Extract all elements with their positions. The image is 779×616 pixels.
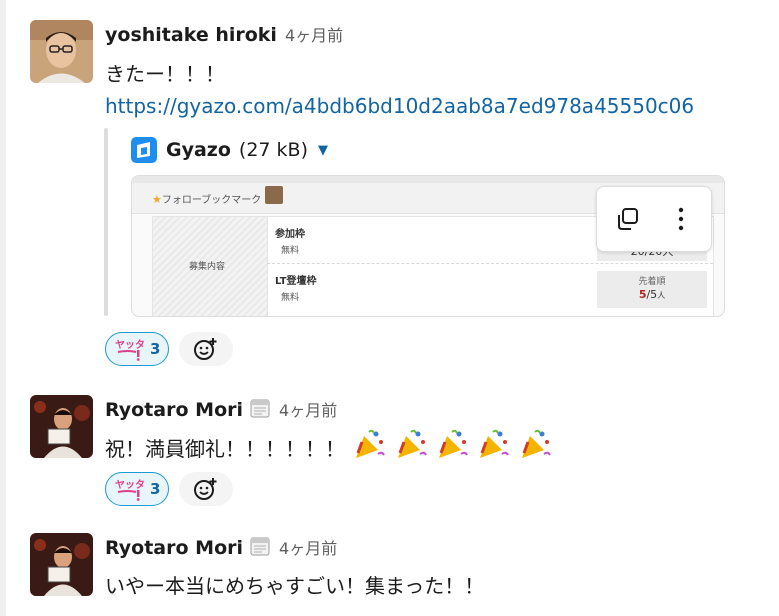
reaction-count: 3 bbox=[150, 480, 161, 498]
preview-top-strip bbox=[132, 176, 724, 183]
preview-row-title: 参加枠 bbox=[275, 229, 305, 240]
preview-count-unit: 人 bbox=[657, 291, 666, 300]
author-name-text[interactable]: yoshitake hiroki bbox=[105, 24, 277, 46]
reaction-emoji-label: ヤッタ bbox=[115, 479, 144, 491]
preview-favorite: ★フォローブックマーク bbox=[152, 191, 261, 206]
calendar-icon[interactable] bbox=[249, 397, 271, 419]
preview-row-sub: 無料 bbox=[281, 246, 300, 256]
message-link[interactable]: https://gyazo.com/a4bdb6bd10d2aab8a7ed97… bbox=[105, 94, 694, 118]
author-name[interactable]: Ryotaro Mori 4ヶ月前 bbox=[105, 397, 337, 421]
message-text-content: 祝！満員御礼！！！！！！ bbox=[105, 437, 345, 461]
avatar[interactable] bbox=[30, 533, 93, 596]
party-popper-icon bbox=[521, 429, 551, 458]
attachment-service[interactable]: Gyazo bbox=[166, 139, 231, 161]
preview-row-title: LT登壇枠 bbox=[275, 276, 317, 287]
preview-count: 5/5人 bbox=[597, 288, 707, 301]
preview-left-label: 募集内容 bbox=[189, 262, 226, 272]
author-name[interactable]: Ryotaro Mori 4ヶ月前 bbox=[105, 535, 337, 559]
message-text: いやー本当にめちゃすごい！集まった！！ bbox=[105, 574, 485, 598]
author-name-text[interactable]: Ryotaro Mori bbox=[105, 537, 243, 559]
message-text: きたー！！！ bbox=[105, 62, 225, 86]
yatta-emoji-icon: ヤッタ bbox=[115, 479, 144, 501]
timestamp[interactable]: 4ヶ月前 bbox=[279, 401, 337, 420]
attachment-bar bbox=[104, 128, 108, 316]
attachment-size: (27 kB) bbox=[238, 139, 309, 161]
preview-actions bbox=[596, 186, 712, 252]
preview-left-cell: 募集内容 bbox=[153, 217, 268, 316]
author-name[interactable]: yoshitake hiroki 4ヶ月前 bbox=[105, 22, 343, 46]
attachment-header: Gyazo (27 kB) ▼ bbox=[130, 136, 328, 164]
gyazo-logo-icon bbox=[131, 137, 157, 163]
timestamp[interactable]: 4ヶ月前 bbox=[279, 539, 337, 558]
add-reaction-button[interactable] bbox=[179, 472, 233, 506]
preview-count-total: /5 bbox=[646, 288, 658, 301]
party-popper-icon bbox=[439, 429, 468, 458]
preview-count-box: 先着順 5/5人 bbox=[597, 271, 707, 308]
more-actions-icon[interactable] bbox=[667, 205, 695, 233]
star-icon: ★ bbox=[152, 193, 162, 206]
preview-row: LT登壇枠 無料 先着順 5/5人 bbox=[267, 264, 713, 316]
add-emoji-icon bbox=[194, 338, 217, 360]
party-popper-icon bbox=[480, 429, 510, 458]
chevron-down-icon[interactable]: ▼ bbox=[318, 143, 328, 158]
preview-box-label: 先着順 bbox=[638, 277, 666, 287]
timestamp[interactable]: 4ヶ月前 bbox=[285, 26, 343, 45]
preview-favorite-label: フォローブックマーク bbox=[161, 195, 262, 206]
scroll-edge bbox=[0, 0, 6, 616]
preview-thumbnail bbox=[265, 186, 283, 204]
add-reaction-button[interactable] bbox=[179, 332, 233, 366]
message-text: 祝！満員御礼！！！！！！ bbox=[105, 428, 552, 462]
copy-icon[interactable] bbox=[613, 205, 641, 233]
party-popper-icon bbox=[356, 429, 386, 458]
author-name-text[interactable]: Ryotaro Mori bbox=[105, 399, 243, 421]
yatta-emoji-icon: ヤッタ bbox=[115, 339, 144, 361]
avatar[interactable] bbox=[30, 395, 93, 458]
reaction-yatta[interactable]: ヤッタ 3 bbox=[105, 332, 169, 366]
calendar-icon[interactable] bbox=[249, 535, 271, 557]
add-emoji-icon bbox=[194, 478, 217, 500]
reaction-emoji-label: ヤッタ bbox=[115, 339, 144, 351]
avatar[interactable] bbox=[30, 20, 93, 83]
party-popper-emojis bbox=[345, 429, 552, 461]
reaction-yatta[interactable]: ヤッタ 3 bbox=[105, 472, 169, 506]
preview-row-sub: 無料 bbox=[281, 293, 300, 303]
party-popper-icon bbox=[397, 429, 427, 458]
reaction-count: 3 bbox=[150, 340, 161, 358]
